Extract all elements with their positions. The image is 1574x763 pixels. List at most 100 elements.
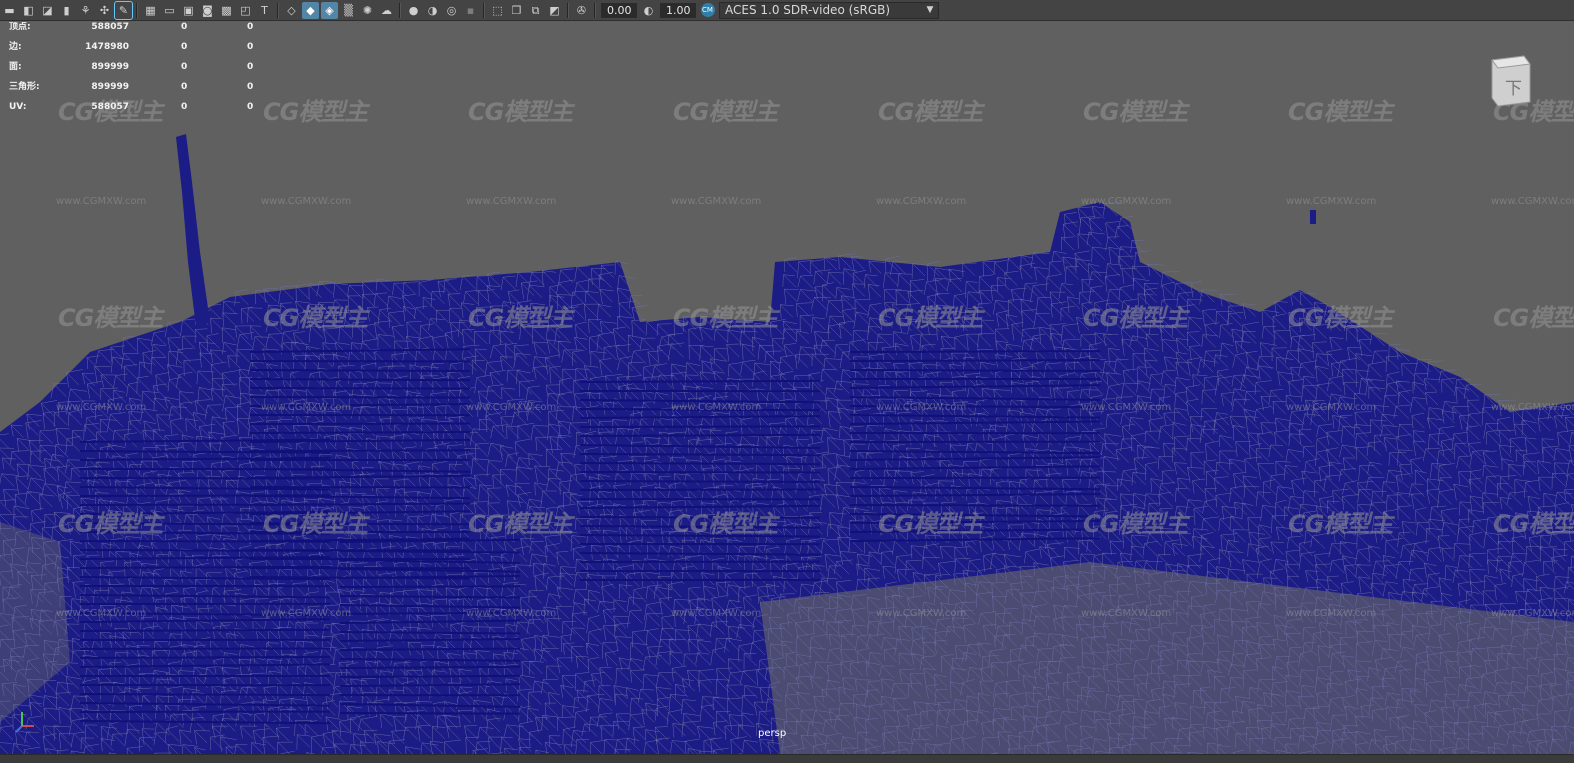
toolbar-icon-groups: ▬ ◧ ◪ ▮ ⚘ ✣ ✎ ▦ ▭ ▣ ◙ ▩ ◰ T ◇ ◆ ◈ ▒ ✺ ☁ ● ◑ ◎ ▪ ⬚ ❐ ⧉ ◩ ✇ (0, 0, 591, 20)
xray-joints-icon[interactable]: ⧉ (527, 2, 544, 19)
wireframe-icon[interactable]: ◇ (283, 2, 300, 19)
hud-stat-row: 顶点: 588057 0 0 (9, 22, 269, 42)
exposure-field[interactable]: 0.00 (601, 2, 637, 18)
anti-aliasing-icon[interactable]: ◎ (443, 2, 460, 19)
gate-mask-icon[interactable]: ◙ (199, 2, 216, 19)
watermark-url: www.CGMXW.com (671, 402, 762, 413)
depth-of-field-icon[interactable]: ▪ (462, 2, 479, 19)
watermark-logo: CG模型主 (468, 98, 573, 126)
watermark-url: www.CGMXW.com (1286, 608, 1377, 619)
hud-stat-selected-percent: 0 (247, 22, 254, 32)
watermark-url: www.CGMXW.com (671, 608, 762, 619)
camera-name-label: persp (758, 728, 787, 739)
gamma-field[interactable]: 1.00 (660, 2, 696, 18)
watermark-url: www.CGMXW.com (1286, 402, 1377, 413)
watermark-url: www.CGMXW.com (1081, 196, 1172, 207)
textured-icon[interactable]: ▒ (340, 2, 357, 19)
watermark-url: www.CGMXW.com (671, 196, 762, 207)
toolbar-separator (136, 2, 138, 18)
hud-stat-selected-percent: 0 (247, 102, 254, 112)
color-management-icon[interactable]: CM (699, 2, 716, 19)
hud-stat-value: 899999 (91, 62, 129, 72)
watermark-url: www.CGMXW.com (1081, 402, 1172, 413)
grid-snap-icon[interactable]: ✣ (96, 2, 113, 19)
camera-select-icon[interactable]: ▬ (1, 2, 18, 19)
watermark-logo: CG模型主 (1083, 304, 1188, 332)
watermark-logo: CG模型主 (263, 510, 368, 538)
gamma-icon[interactable]: ◐ (640, 2, 657, 19)
colorspace-label: ACES 1.0 SDR-video (sRGB) (725, 3, 891, 17)
poly-count-hud: 顶点: 588057 0 0 边: 1478980 0 0 面: 899999 0 0 三角形: 8999… (9, 22, 269, 122)
watermark-logo: CG模型主 (878, 98, 983, 126)
watermark-logo: CG模型主 (1493, 510, 1574, 538)
image-plane-icon[interactable]: ⚘ (77, 2, 94, 19)
hud-stat-selected: 0 (181, 62, 188, 72)
camera-attributes-icon[interactable]: ◧ (20, 2, 37, 19)
watermark-logo: CG模型主 (878, 510, 983, 538)
ambient-occlusion-icon[interactable]: ● (405, 2, 422, 19)
watermark-logo: CG模型主 (1493, 304, 1574, 332)
watermark-logo: CG模型主 (1288, 304, 1393, 332)
hud-stat-selected-percent: 0 (247, 82, 254, 92)
view-cube-label: 下 (1505, 79, 1522, 99)
watermark-logo: CG模型主 (673, 304, 778, 332)
watermark-url: www.CGMXW.com (466, 608, 557, 619)
colorspace-dropdown[interactable]: ACES 1.0 SDR-video (sRGB) ▼ (719, 1, 939, 19)
field-chart-icon[interactable]: ▩ (218, 2, 235, 19)
bookmark-icon[interactable]: ▮ (58, 2, 75, 19)
film-gate-icon[interactable]: ▭ (161, 2, 178, 19)
watermark-url: www.CGMXW.com (1491, 402, 1574, 413)
watermark-logo: CG模型主 (673, 510, 778, 538)
watermark-logo: CG模型主 (878, 304, 983, 332)
shadows-icon[interactable]: ☁ (378, 2, 395, 19)
hud-stat-row: 三角形: 899999 0 0 (9, 82, 269, 102)
hud-stat-selected: 0 (181, 42, 188, 52)
camera-bookmark-icon[interactable]: ◪ (39, 2, 56, 19)
watermark-logo: CG模型主 (468, 304, 573, 332)
axis-gizmo (15, 712, 34, 733)
watermark-logo: CG模型主 (58, 304, 163, 332)
watermark-url: www.CGMXW.com (261, 196, 352, 207)
shaded-wireframe-icon[interactable]: ◈ (321, 1, 338, 19)
watermark-url: www.CGMXW.com (261, 402, 352, 413)
exposure-icon[interactable]: ✇ (573, 2, 590, 19)
mesh-fragment (1310, 210, 1316, 224)
hud-stat-value: 1478980 (85, 42, 129, 52)
watermark-logo: CG模型主 (1288, 510, 1393, 538)
watermark-url: www.CGMXW.com (1081, 608, 1172, 619)
watermark-logo: CG模型主 (1288, 98, 1393, 126)
mesh-pole (176, 134, 210, 327)
resolution-gate-icon[interactable]: ▣ (180, 2, 197, 19)
grid-icon[interactable]: ▦ (142, 2, 159, 19)
watermark-url: www.CGMXW.com (466, 402, 557, 413)
hud-stat-row: 面: 899999 0 0 (9, 62, 269, 82)
hud-stat-selected: 0 (181, 82, 188, 92)
safe-action-icon[interactable]: ◰ (237, 2, 254, 19)
pencil-active-icon[interactable]: ✎ (114, 0, 133, 20)
hud-stat-selected: 0 (181, 102, 188, 112)
watermark-logo: CG模型主 (263, 98, 368, 126)
watermark-url: www.CGMXW.com (876, 608, 967, 619)
xray-icon[interactable]: ❐ (508, 2, 525, 19)
hud-stat-value: 899999 (91, 82, 129, 92)
toolbar-separator (483, 2, 485, 18)
hud-stat-value: 588057 (91, 102, 129, 112)
watermark-url: www.CGMXW.com (261, 608, 352, 619)
perspective-viewport[interactable]: CG模型主 CG模型主 CG模型主 CG模型主 CG模型主 CG模型主 CG模型主 CG模型主… (0, 22, 1574, 754)
smooth-shade-icon[interactable]: ◆ (302, 1, 319, 19)
safe-title-icon[interactable]: T (256, 2, 273, 19)
toolbar-separator (567, 2, 569, 18)
hud-stat-selected-percent: 0 (247, 42, 254, 52)
chevron-down-icon: ▼ (926, 5, 934, 15)
hud-stat-label: 边: (9, 42, 22, 52)
watermark-url: www.CGMXW.com (876, 196, 967, 207)
use-lights-icon[interactable]: ✺ (359, 2, 376, 19)
motion-blur-icon[interactable]: ◑ (424, 2, 441, 19)
watermark-logo: CG模型主 (263, 304, 368, 332)
hud-stat-row: 边: 1478980 0 0 (9, 42, 269, 62)
backface-icon[interactable]: ◩ (546, 2, 563, 19)
watermark-url: www.CGMXW.com (56, 402, 147, 413)
color-management-badge: CM (700, 3, 715, 17)
toolbar-separator (399, 2, 401, 18)
isolate-select-icon[interactable]: ⬚ (489, 2, 506, 19)
